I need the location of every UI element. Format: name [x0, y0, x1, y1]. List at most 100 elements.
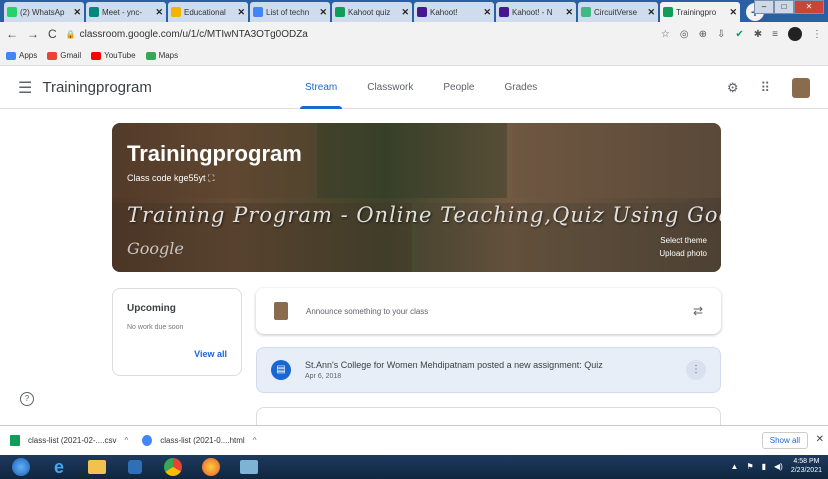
tray-arrow-icon[interactable]: ▲	[731, 462, 739, 471]
tab-close-icon[interactable]: ✕	[237, 7, 245, 18]
banner-script-text-2: Google	[127, 239, 184, 258]
extension-icon[interactable]: ⊕	[699, 29, 707, 40]
banner-script-text: Training Program - Online Teaching,Quiz …	[127, 203, 721, 227]
tab-favicon-icon	[499, 7, 509, 17]
puzzle-icon[interactable]: ✱	[754, 29, 762, 40]
post-title[interactable]: St.Ann's College for Women Mehdipatnam p…	[305, 360, 686, 370]
tab-title: Trainingpro	[676, 7, 717, 17]
fullscreen-icon[interactable]: ⛶	[208, 173, 214, 183]
clock[interactable]: 4:58 PM 2/23/2021	[791, 457, 822, 475]
browser-tab[interactable]: Kahoot! - N ✕	[496, 2, 576, 22]
browser-tab[interactable]: Trainingpro ✕	[660, 2, 740, 22]
start-button-icon[interactable]	[6, 456, 36, 478]
tab-title: Kahoot!	[430, 7, 458, 17]
media-player-icon[interactable]	[120, 456, 150, 478]
bookmark-icon	[6, 51, 16, 60]
browser-tab[interactable]: List of techn ✕	[250, 2, 330, 22]
post-date: Apr 6, 2018	[305, 373, 342, 380]
html-file-icon	[142, 435, 153, 446]
extension-icon[interactable]: ◎	[680, 29, 689, 40]
chevron-up-icon[interactable]: ^	[253, 436, 257, 445]
hamburger-menu-icon[interactable]: ☰	[18, 78, 32, 98]
flag-icon[interactable]: ⚑	[746, 462, 753, 471]
view-all-link[interactable]: View all	[194, 349, 227, 359]
account-avatar[interactable]	[792, 78, 810, 98]
browser-tab[interactable]: Educational ✕	[168, 2, 248, 22]
chrome-icon[interactable]	[158, 456, 188, 478]
reading-list-icon[interactable]: ≡	[772, 29, 778, 40]
settings-gear-icon[interactable]: ⚙	[727, 80, 739, 96]
download-item[interactable]: class-list (2021-0....html ^	[142, 435, 256, 446]
extension-icons: ☆ ◎ ⊕ ⇩ ✔ ✱ ≡ ⋮	[661, 27, 822, 41]
tab-favicon-icon	[335, 7, 345, 17]
bookmark-label: Gmail	[60, 51, 82, 60]
reload-icon[interactable]: C	[48, 27, 57, 41]
tab-favicon-icon	[417, 7, 427, 17]
tab-favicon-icon	[663, 7, 673, 17]
check-icon[interactable]: ✔	[735, 29, 743, 40]
browser-menu-icon[interactable]: ⋮	[812, 29, 822, 40]
tab-close-icon[interactable]: ✕	[483, 7, 491, 18]
firefox-icon[interactable]	[196, 456, 226, 478]
tab-close-icon[interactable]: ✕	[319, 7, 327, 18]
maximize-button[interactable]: □	[774, 0, 794, 14]
back-icon[interactable]: ←	[6, 27, 18, 41]
app-icon[interactable]	[234, 456, 264, 478]
download-item[interactable]: class-list (2021-02-....csv ^	[10, 435, 128, 446]
window-controls: – □ ✕	[754, 0, 824, 14]
tab-close-icon[interactable]: ✕	[401, 7, 409, 18]
bookmark-item[interactable]: Maps	[145, 51, 179, 60]
assignment-post[interactable]: ▤ St.Ann's College for Women Mehdipatnam…	[256, 347, 721, 393]
bookmark-item[interactable]: Gmail	[47, 51, 81, 60]
tab-grades[interactable]: Grades	[490, 67, 553, 109]
download-icon[interactable]: ⇩	[717, 29, 725, 40]
tab-close-icon[interactable]: ✕	[729, 7, 737, 18]
announce-box[interactable]: Announce something to your class ⇄	[256, 288, 721, 334]
star-icon[interactable]: ☆	[661, 29, 670, 40]
upcoming-title: Upcoming	[127, 303, 176, 314]
tab-close-icon[interactable]: ✕	[647, 7, 655, 18]
bookmark-item[interactable]: YouTube	[91, 51, 136, 60]
help-icon[interactable]: ?	[20, 392, 34, 406]
chevron-up-icon[interactable]: ^	[124, 436, 128, 445]
browser-tab[interactable]: CircuitVerse ✕	[578, 2, 658, 22]
tab-close-icon[interactable]: ✕	[73, 7, 81, 18]
tab-favicon-icon	[581, 7, 591, 17]
internet-explorer-icon[interactable]: e	[44, 456, 74, 478]
tab-close-icon[interactable]: ✕	[565, 7, 573, 18]
file-explorer-icon[interactable]	[82, 456, 112, 478]
url-field[interactable]: 🔒 classroom.google.com/u/1/c/MTIwNTA3OTg…	[66, 29, 661, 40]
bookmark-item[interactable]: Apps	[6, 51, 37, 60]
browser-tab[interactable]: (2) WhatsAp ✕	[4, 2, 84, 22]
tab-favicon-icon	[7, 7, 17, 17]
tab-stream[interactable]: Stream	[290, 67, 352, 109]
select-theme-link[interactable]: Select theme	[660, 236, 707, 245]
classroom-header: ☰ Trainingprogram Stream Classwork People G…	[0, 67, 828, 109]
tab-close-icon[interactable]: ✕	[155, 7, 163, 18]
bookmark-label: Maps	[158, 51, 179, 60]
close-shelf-icon[interactable]: ✕	[816, 434, 824, 445]
close-window-button[interactable]: ✕	[794, 0, 824, 14]
upload-photo-link[interactable]: Upload photo	[659, 249, 707, 258]
repost-icon[interactable]: ⇄	[693, 304, 703, 318]
browser-tab[interactable]: Kahoot! ✕	[414, 2, 494, 22]
tab-people[interactable]: People	[428, 67, 489, 109]
class-code[interactable]: Class code kge55yt ⛶	[127, 173, 214, 184]
volume-icon[interactable]: ◀)	[774, 462, 783, 471]
minimize-button[interactable]: –	[754, 0, 774, 14]
tab-title: (2) WhatsAp	[20, 7, 65, 17]
show-all-button[interactable]: Show all	[761, 432, 808, 449]
tab-classwork[interactable]: Classwork	[352, 67, 428, 109]
more-options-icon[interactable]: ⋮	[686, 360, 706, 380]
profile-avatar-icon[interactable]	[788, 27, 802, 41]
browser-tab[interactable]: Kahoot quiz ✕	[332, 2, 412, 22]
system-tray: ▲ ⚑ ▮ ◀) 4:58 PM 2/23/2021	[731, 457, 822, 475]
network-icon[interactable]: ▮	[762, 462, 766, 471]
forward-icon[interactable]: →	[27, 27, 39, 41]
announce-placeholder[interactable]: Announce something to your class	[306, 307, 693, 316]
browser-tab[interactable]: Meet - ync- ✕	[86, 2, 166, 22]
upcoming-subtitle: No work due soon	[127, 324, 184, 331]
upcoming-card: Upcoming No work due soon View all	[112, 288, 242, 376]
class-name[interactable]: Trainingprogram	[42, 79, 152, 96]
apps-grid-icon[interactable]: ⠿	[760, 80, 770, 96]
